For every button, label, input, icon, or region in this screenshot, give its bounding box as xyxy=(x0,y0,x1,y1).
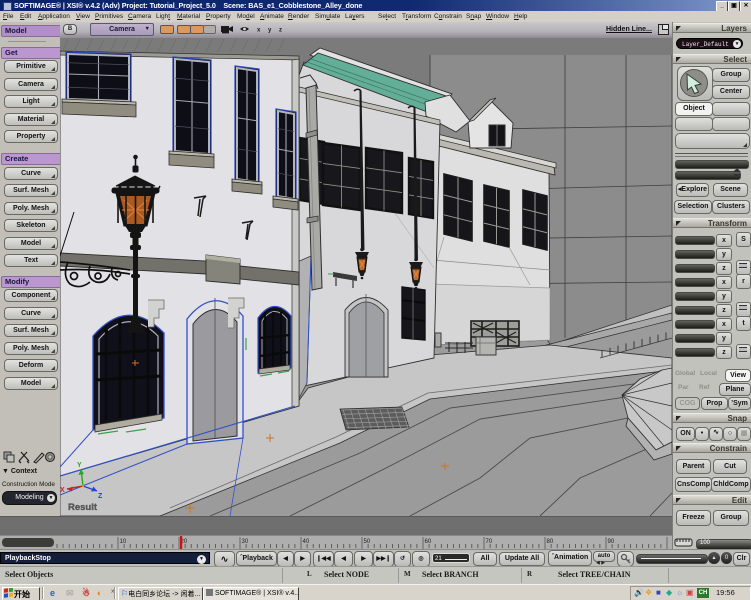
svg-text:30: 30 xyxy=(242,539,249,545)
svg-text:Z: Z xyxy=(98,493,103,500)
svg-text:Result: Result xyxy=(68,502,98,513)
svg-text:80: 80 xyxy=(547,539,554,545)
svg-text:X: X xyxy=(60,487,65,494)
svg-text:70: 70 xyxy=(486,539,493,545)
svg-text:50: 50 xyxy=(364,539,371,545)
svg-text:90: 90 xyxy=(608,539,615,545)
svg-text:x y z: x y z xyxy=(257,28,285,34)
svg-text:60: 60 xyxy=(425,539,432,545)
svg-text:Y: Y xyxy=(77,462,82,469)
svg-text:10: 10 xyxy=(120,539,127,545)
svg-text:40: 40 xyxy=(303,539,310,545)
